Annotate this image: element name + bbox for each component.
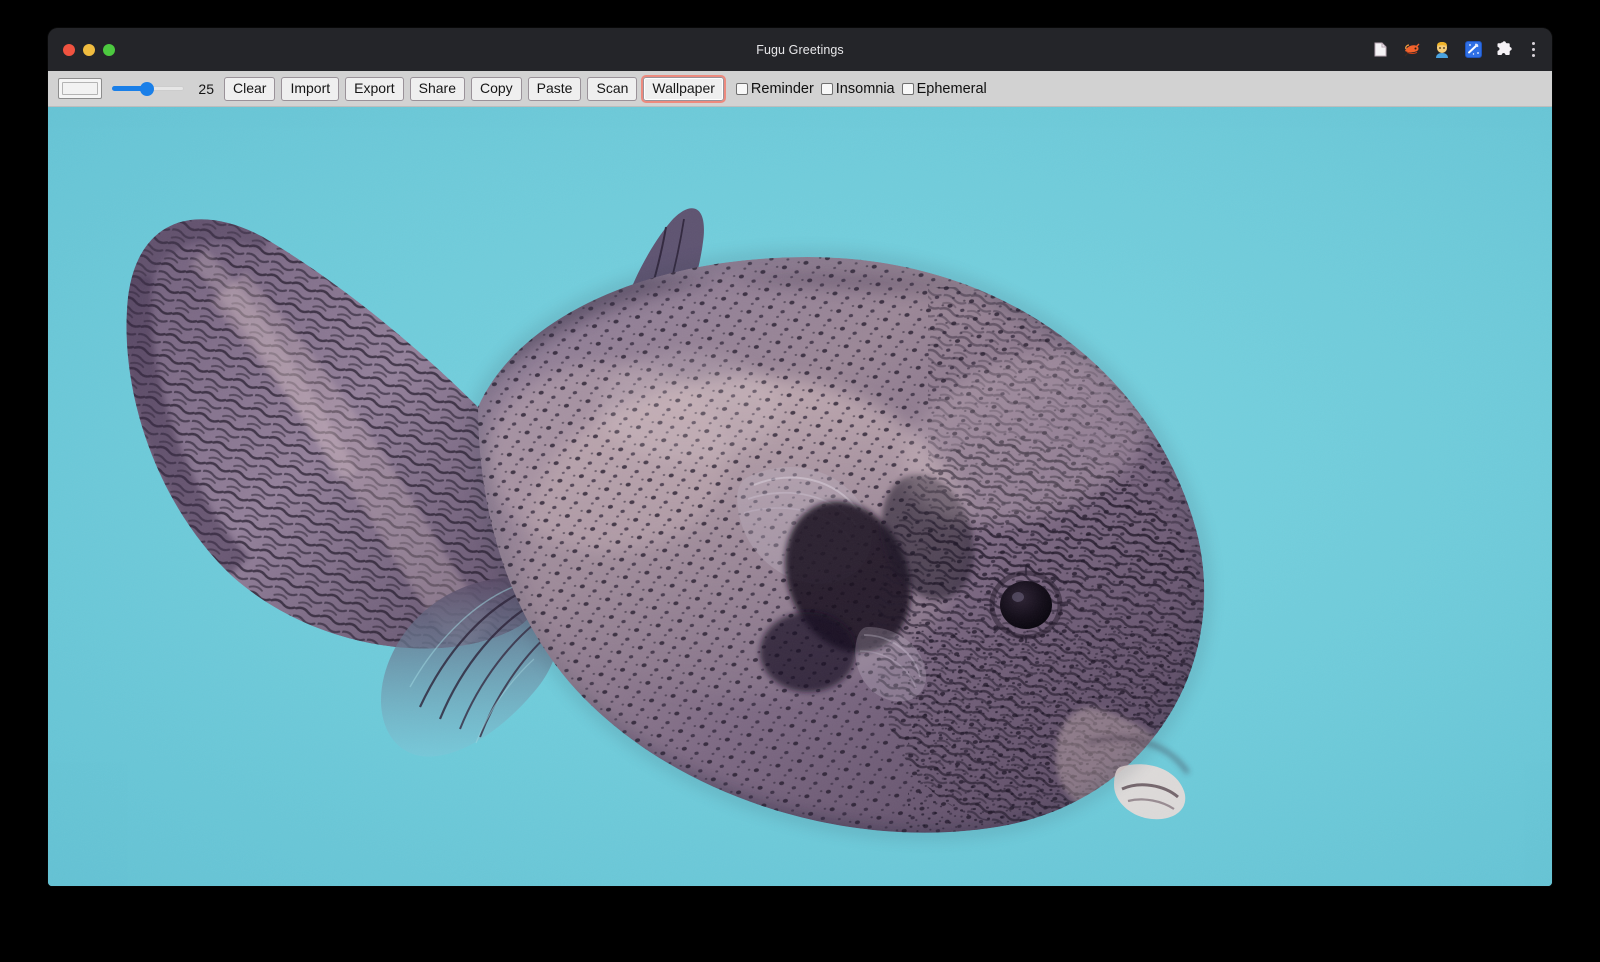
app-toolbar: 25 Clear Import Export Share Copy Paste … <box>48 71 1552 107</box>
kebab-menu-icon[interactable] <box>1524 39 1542 61</box>
reminder-checkbox-label: Reminder <box>751 81 814 97</box>
screen-root: Fugu Greetings <box>0 0 1600 962</box>
wallpaper-button[interactable]: Wallpaper <box>643 77 724 101</box>
pufferfish-photo <box>48 107 1552 886</box>
magic-wand-icon[interactable] <box>1462 39 1484 61</box>
color-picker-input[interactable] <box>58 78 102 99</box>
document-icon[interactable] <box>1369 39 1391 61</box>
slider-thumb[interactable] <box>140 82 154 96</box>
close-window-button[interactable] <box>63 44 75 56</box>
shrimp-icon[interactable] <box>1400 39 1422 61</box>
slider-value-label: 25 <box>196 81 214 97</box>
line-width-slider[interactable] <box>112 80 184 98</box>
toggle-group: Reminder Insomnia Ephemeral <box>736 81 992 97</box>
import-button[interactable]: Import <box>281 77 339 101</box>
export-button[interactable]: Export <box>345 77 403 101</box>
maximize-window-button[interactable] <box>103 44 115 56</box>
window-title: Fugu Greetings <box>48 28 1552 71</box>
reminder-checkbox-box[interactable] <box>736 83 748 95</box>
insomnia-checkbox-box[interactable] <box>821 83 833 95</box>
ephemeral-checkbox-box[interactable] <box>902 83 914 95</box>
drawing-canvas[interactable] <box>48 107 1552 886</box>
app-window: Fugu Greetings <box>48 28 1552 886</box>
scan-button[interactable]: Scan <box>587 77 637 101</box>
browser-actions <box>1369 28 1542 71</box>
clear-button[interactable]: Clear <box>224 77 275 101</box>
insomnia-checkbox-label: Insomnia <box>836 81 895 97</box>
minimize-window-button[interactable] <box>83 44 95 56</box>
ephemeral-checkbox[interactable]: Ephemeral <box>902 81 987 97</box>
copy-button[interactable]: Copy <box>471 77 522 101</box>
insomnia-checkbox[interactable]: Insomnia <box>821 81 895 97</box>
window-titlebar: Fugu Greetings <box>48 28 1552 71</box>
paste-button[interactable]: Paste <box>528 77 582 101</box>
traffic-light-group <box>48 44 115 56</box>
share-button[interactable]: Share <box>410 77 465 101</box>
ephemeral-checkbox-label: Ephemeral <box>917 81 987 97</box>
reminder-checkbox[interactable]: Reminder <box>736 81 814 97</box>
person-icon[interactable] <box>1431 39 1453 61</box>
extensions-puzzle-icon[interactable] <box>1493 39 1515 61</box>
